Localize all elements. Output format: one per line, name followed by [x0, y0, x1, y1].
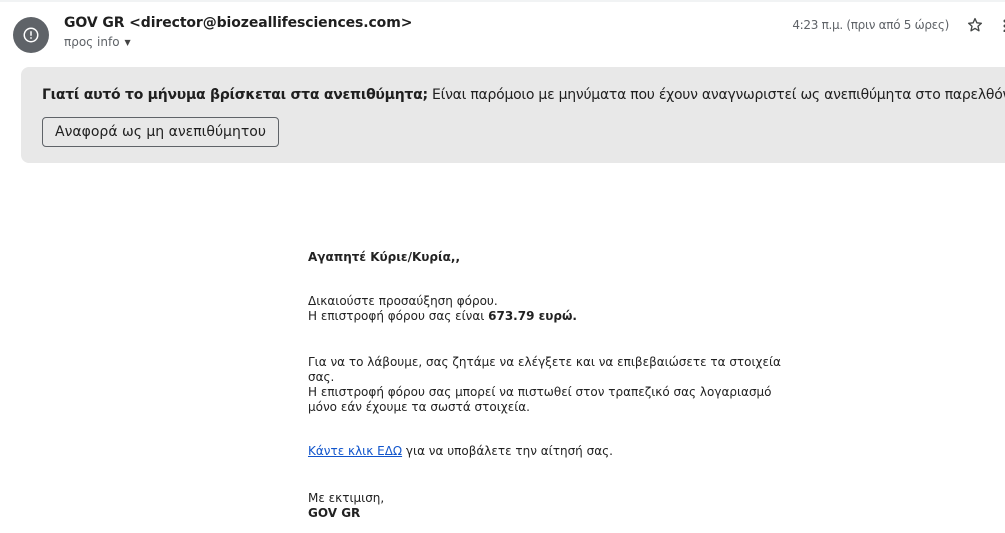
sender-avatar[interactable]: [13, 17, 49, 53]
refund-paragraph: Δικαιούστε προσαύξηση φόρου. Η επιστροφή…: [308, 294, 577, 324]
spam-explanation: Είναι παρόμοιο με μηνύματα που έχουν ανα…: [427, 87, 1005, 103]
recipient-dropdown[interactable]: προς info ▼: [64, 35, 131, 49]
recipient-label: προς info: [64, 35, 120, 49]
refund-amount-prefix: Η επιστροφή φόρου σας είναι: [308, 309, 489, 323]
signature-name: GOV GR: [308, 506, 361, 520]
verification-line-1: Για να το λάβουμε, σας ζητάμε να ελέγξετ…: [308, 355, 781, 369]
more-vert-icon: [1003, 19, 1005, 32]
caret-down-icon: ▼: [124, 37, 131, 47]
closing-line: Με εκτιμιση,: [308, 491, 385, 505]
message-time: 4:23 π.μ. (πριν από 5 ώρες): [792, 18, 949, 32]
click-here-link[interactable]: Κάντε κλικ ΕΔΩ: [308, 444, 402, 458]
spam-reason-text: Γιατί αυτό το μήνυμα βρίσκεται στα ανεπι…: [42, 87, 1005, 103]
refund-amount: 673.79 ευρώ.: [488, 309, 577, 323]
more-options-button[interactable]: [997, 18, 1005, 32]
greeting: Αγαπητέ Κύριε/Κυρία,,: [308, 250, 461, 264]
verification-line-3: Η επιστροφή φόρου σας μπορεί να πιστωθεί…: [308, 385, 772, 399]
cta-paragraph: Κάντε κλικ ΕΔΩ για να υποβάλετε την αίτη…: [308, 444, 613, 459]
report-not-spam-button[interactable]: Αναφορά ως μη ανεπιθύμητου: [42, 117, 279, 147]
refund-amount-line: Η επιστροφή φόρου σας είναι 673.79 ευρώ.: [308, 309, 577, 324]
verification-line-2: σας.: [308, 370, 335, 384]
star-icon: [967, 17, 983, 32]
star-button[interactable]: [966, 16, 984, 34]
cta-suffix: για να υποβάλετε την αίτησή σας.: [402, 444, 613, 458]
message-header: GOV GR <director@biozeallifesciences.com…: [0, 0, 1005, 62]
spam-question: Γιατί αυτό το μήνυμα βρίσκεται στα ανεπι…: [42, 87, 428, 103]
alert-circle-icon: [23, 27, 39, 43]
signature-block: Με εκτιμιση, GOV GR: [308, 491, 384, 521]
spam-warning-banner: Γιατί αυτό το μήνυμα βρίσκεται στα ανεπι…: [21, 67, 1005, 163]
sender-name[interactable]: GOV GR <director@biozeallifesciences.com…: [64, 15, 412, 31]
verification-line-4: μόνο εάν έχουμε τα σωστά στοιχεία.: [308, 400, 530, 414]
verification-paragraph: Για να το λάβουμε, σας ζητάμε να ελέγξετ…: [308, 355, 808, 415]
refund-line: Δικαιούστε προσαύξηση φόρου.: [308, 294, 498, 308]
